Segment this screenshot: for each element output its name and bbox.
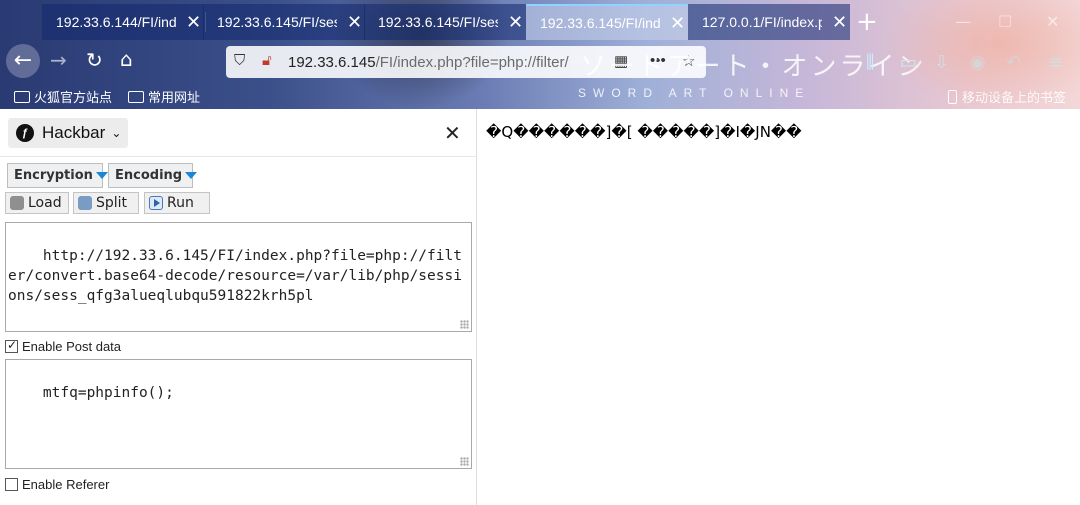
url-textarea-value: http://192.33.6.145/FI/index.php?file=ph… — [8, 248, 462, 304]
navigation-bar: ← → ↻ ⌂ ⛉ 🔓︎ 192.33.6.145 /FI/index.php?… — [0, 42, 1080, 100]
hackbar-title: Hackbar — [42, 123, 106, 142]
tab-title: 192.33.6.145/FI/sess — [378, 14, 498, 30]
url-textarea[interactable]: http://192.33.6.145/FI/index.php?file=ph… — [5, 222, 472, 332]
bookmark-label: 移动设备上的书签 — [962, 90, 1067, 105]
hackbar-header: ƒ Hackbar ⌄ ✕ — [0, 109, 477, 157]
enable-post-row[interactable]: Enable Post data — [5, 338, 122, 354]
encryption-label: Encryption — [14, 168, 93, 183]
split-label: Split — [96, 195, 128, 211]
browser-chrome: 192.33.6.144/FI/inde ✕ 192.33.6.145/FI/s… — [0, 0, 1080, 109]
reload-icon[interactable]: ↻ — [86, 50, 103, 70]
enable-referer-checkbox[interactable] — [5, 478, 18, 491]
tab-bar: 192.33.6.144/FI/inde ✕ 192.33.6.145/FI/s… — [0, 4, 1080, 42]
run-label: Run — [167, 195, 194, 211]
resize-grip-icon[interactable] — [460, 320, 469, 329]
tab-title: 192.33.6.145/FI/sessi — [217, 14, 337, 30]
chevron-down-icon: ⌄ — [111, 126, 122, 140]
browser-tab[interactable]: 192.33.6.145/FI/sessi ✕ — [203, 4, 365, 40]
downloads-icon[interactable]: ⇩ — [934, 52, 949, 73]
url-path: /FI/index.php?file=php://filter/ — [375, 53, 569, 71]
back-arrow-icon[interactable]: ← — [6, 44, 40, 78]
encoding-dropdown[interactable]: Encoding — [108, 163, 198, 188]
close-icon[interactable]: ✕ — [832, 13, 847, 31]
forward-arrow-icon[interactable]: → — [50, 50, 67, 70]
url-host: 192.33.6.145 — [288, 53, 376, 71]
caret-down-icon — [95, 172, 108, 179]
hackbar-panel: ƒ Hackbar ⌄ ✕ Encryption Encoding Load S… — [0, 109, 477, 505]
browser-tab[interactable]: 127.0.0.1/FI/index.ph ✕ — [688, 4, 850, 40]
post-data-value: mtfq=phpinfo(); — [42, 385, 174, 401]
shield-icon[interactable]: ⛉ — [234, 52, 245, 69]
close-icon[interactable]: ✕ — [670, 14, 685, 32]
enable-post-label: Enable Post data — [22, 339, 122, 354]
minimize-icon[interactable]: — — [955, 12, 971, 31]
post-data-textarea[interactable]: mtfq=phpinfo(); — [5, 359, 472, 469]
tab-title: 192.33.6.144/FI/inde — [56, 14, 176, 30]
run-button[interactable]: Run — [144, 192, 210, 214]
mobile-icon — [948, 89, 957, 104]
home-icon[interactable]: ⌂ — [120, 49, 133, 69]
enable-referer-row[interactable]: Enable Referer — [5, 477, 109, 492]
close-window-icon[interactable]: ✕ — [1046, 12, 1059, 31]
close-icon[interactable]: ✕ — [508, 13, 523, 31]
theme-banner: ソードアート・オンライン — [580, 51, 927, 81]
sidebar-switcher[interactable]: ƒ Hackbar ⌄ — [8, 118, 128, 148]
load-icon — [10, 196, 24, 210]
tab-title: 127.0.0.1/FI/index.ph — [702, 14, 822, 30]
maximize-icon[interactable]: ☐ — [998, 12, 1012, 31]
browser-tab[interactable]: 192.33.6.144/FI/inde ✕ — [42, 4, 204, 40]
bookmark-folder[interactable]: 常用网址 — [128, 87, 200, 106]
new-tab-button[interactable]: + — [856, 8, 878, 36]
enable-post-checkbox[interactable] — [5, 338, 18, 353]
page-body-text: �Q������]�[ �����]�I�JN�� — [486, 123, 802, 141]
undo-icon[interactable]: ↶ — [1006, 52, 1021, 73]
run-icon — [149, 196, 163, 210]
caret-down-icon — [185, 172, 198, 179]
hackbar-logo-icon: ƒ — [16, 124, 34, 142]
tab-title: 192.33.6.145/FI/inde — [540, 15, 660, 31]
close-icon[interactable]: ✕ — [347, 13, 362, 31]
close-icon[interactable]: ✕ — [444, 121, 461, 145]
folder-icon — [128, 90, 144, 103]
load-label: Load — [28, 195, 62, 211]
resize-grip-icon[interactable] — [460, 457, 469, 466]
encoding-label: Encoding — [115, 168, 183, 183]
bookmarks-toolbar: 火狐官方站点 常用网址 移动设备上的书签 — [0, 84, 1080, 108]
split-button[interactable]: Split — [73, 192, 139, 214]
library-icon[interactable]: ⫼ — [866, 52, 874, 73]
encryption-dropdown[interactable]: Encryption — [7, 163, 108, 188]
load-button[interactable]: Load — [5, 192, 69, 214]
page-content: �Q������]�[ �����]�I�JN�� — [478, 109, 1080, 505]
browser-tab-active[interactable]: 192.33.6.145/FI/inde ✕ — [526, 4, 688, 40]
close-icon[interactable]: ✕ — [186, 13, 201, 31]
enable-referer-label: Enable Referer — [22, 477, 110, 492]
extension-icon[interactable]: ◉ — [970, 52, 986, 73]
bookmark-label: 常用网址 — [148, 90, 201, 105]
menu-icon[interactable]: ≡ — [1048, 52, 1063, 73]
bookmark-label: 火狐官方站点 — [34, 90, 113, 105]
bookmark-folder[interactable]: 火狐官方站点 — [14, 87, 112, 106]
browser-tab[interactable]: 192.33.6.145/FI/sess ✕ — [364, 4, 526, 40]
split-icon — [78, 196, 92, 210]
insecure-lock-icon[interactable]: 🔓︎ — [262, 52, 272, 69]
mobile-bookmarks[interactable]: 移动设备上的书签 — [948, 87, 1066, 106]
sidebar-icon[interactable]: ▭ — [900, 52, 917, 73]
folder-icon — [14, 90, 30, 103]
